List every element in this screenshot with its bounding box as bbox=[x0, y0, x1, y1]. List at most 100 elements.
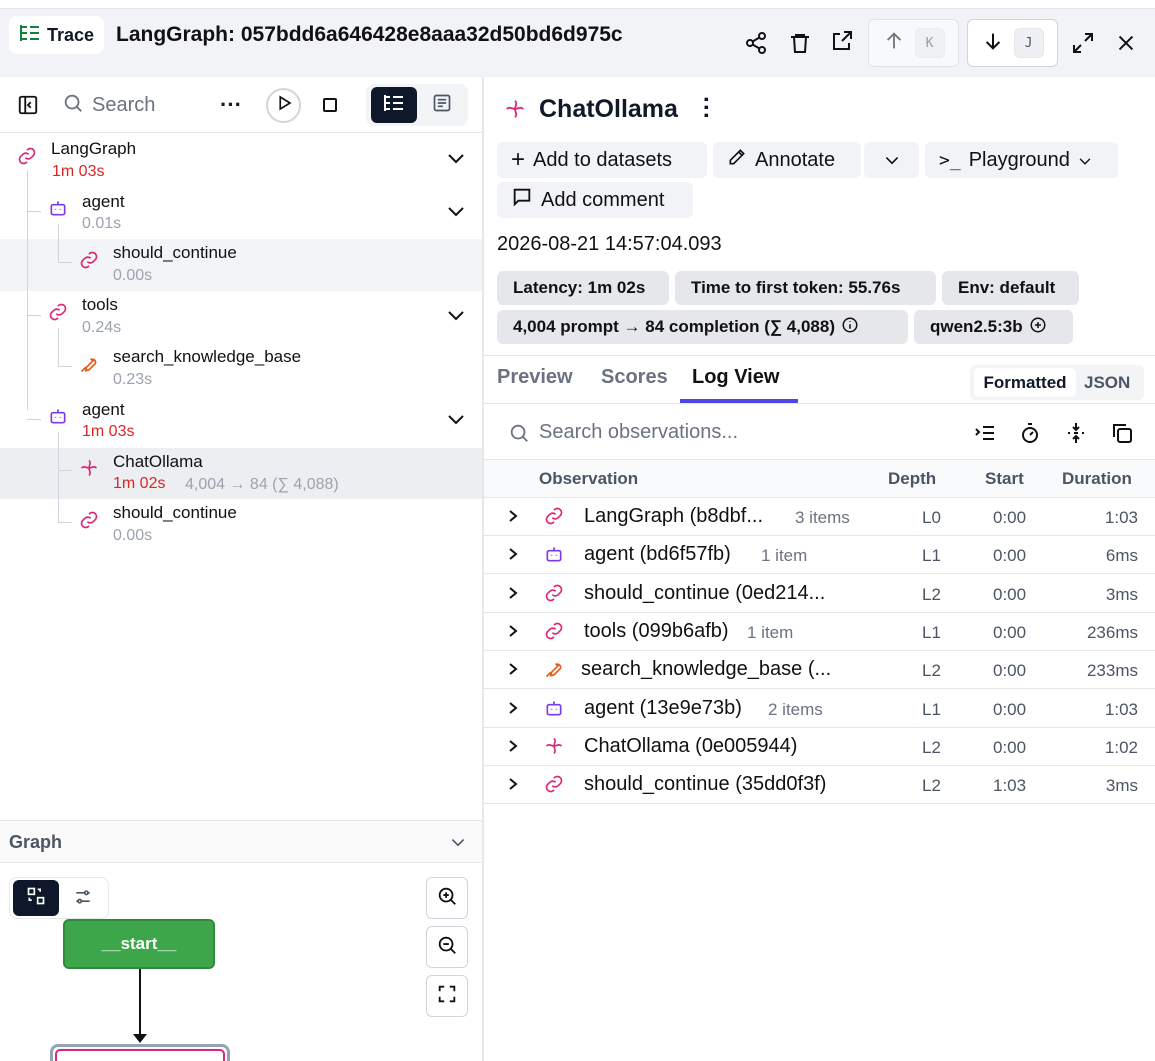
row-duration: 3ms bbox=[1105, 584, 1138, 604]
add-to-datasets-button[interactable]: + Add to datasets bbox=[497, 142, 707, 178]
table-row[interactable]: agent (13e9e73b) 2 items L1 0:00 1:03 bbox=[484, 690, 1155, 728]
chevron-right-icon[interactable] bbox=[506, 776, 520, 797]
row-name: search_knowledge_base (... bbox=[581, 658, 832, 681]
row-start: 0:00 bbox=[993, 508, 1027, 527]
annotate-button[interactable]: Annotate bbox=[713, 142, 861, 178]
bot-icon bbox=[48, 198, 68, 223]
link-icon bbox=[48, 302, 68, 327]
column-observation[interactable]: Observation bbox=[539, 469, 638, 489]
tree-item-tools[interactable]: tools bbox=[82, 295, 118, 315]
column-duration[interactable]: Duration bbox=[1062, 469, 1132, 489]
tree-view-button[interactable] bbox=[371, 87, 417, 123]
table-row[interactable]: search_knowledge_base (... L2 0:00 233ms bbox=[484, 651, 1155, 690]
chevron-down-icon[interactable] bbox=[446, 204, 466, 223]
close-icon[interactable] bbox=[1110, 27, 1142, 59]
collapse-all-icon[interactable] bbox=[973, 421, 997, 450]
tree-item-search-knowledge-base[interactable]: search_knowledge_base bbox=[113, 347, 301, 367]
tree-row-highlight bbox=[0, 239, 482, 291]
chevron-right-icon[interactable] bbox=[506, 546, 520, 567]
tree-item-chatollama[interactable]: ChatOllama bbox=[113, 452, 203, 472]
chevron-down-icon[interactable] bbox=[446, 308, 466, 327]
graph-view-button[interactable] bbox=[13, 880, 59, 916]
tree-item-should-continue[interactable]: should_continue bbox=[113, 243, 237, 263]
chevron-right-icon[interactable] bbox=[506, 623, 520, 644]
formatted-toggle[interactable]: Formatted bbox=[974, 368, 1076, 397]
maximize-icon[interactable] bbox=[1067, 27, 1099, 59]
search-icon bbox=[508, 422, 530, 449]
row-depth: L1 bbox=[922, 546, 941, 566]
next-trace-button[interactable]: J bbox=[967, 19, 1058, 67]
timeline-view-button[interactable] bbox=[420, 87, 464, 123]
graph-node-agent[interactable] bbox=[50, 1044, 230, 1061]
timer-icon[interactable] bbox=[1018, 421, 1042, 450]
delete-icon[interactable] bbox=[784, 27, 816, 59]
row-depth: L0 bbox=[922, 508, 941, 527]
tree-item-tokens: 4,004 → 84 (∑ 4,088) bbox=[185, 476, 339, 493]
tab-scores[interactable]: Scores bbox=[601, 366, 668, 389]
tree-item-langgraph[interactable]: LangGraph bbox=[51, 139, 136, 159]
tree-item-duration: 1m 03s bbox=[82, 423, 135, 440]
column-start[interactable]: Start bbox=[985, 469, 1024, 489]
tree-item-duration: 1m 02s bbox=[113, 475, 166, 492]
prev-trace-button[interactable]: K bbox=[868, 19, 959, 67]
table-row[interactable]: LangGraph (b8dbf... 3 items L0 0:00 1:03 bbox=[484, 498, 1155, 536]
chevron-down-icon[interactable] bbox=[450, 835, 466, 853]
more-icon[interactable]: ··· bbox=[220, 92, 242, 118]
chevron-down-icon[interactable] bbox=[446, 412, 466, 431]
playground-button[interactable]: >_ Playground bbox=[925, 142, 1118, 178]
row-items: 1 item bbox=[747, 622, 794, 642]
table-row[interactable]: ChatOllama (0e005944) L2 0:00 1:02 bbox=[484, 728, 1155, 766]
info-icon bbox=[841, 316, 859, 339]
table-row[interactable]: agent (bd6f57fb) 1 item L1 0:00 6ms bbox=[484, 536, 1155, 575]
annotate-dropdown-button[interactable] bbox=[864, 142, 919, 178]
sidebar-toggle-icon[interactable] bbox=[12, 89, 44, 121]
observation-search-input[interactable]: Search observations... bbox=[539, 421, 738, 444]
table-row[interactable]: should_continue (35dd0f3f) L2 1:03 3ms bbox=[484, 766, 1155, 805]
tree-item-agent[interactable]: agent bbox=[82, 192, 125, 212]
tab-preview[interactable]: Preview bbox=[497, 366, 573, 389]
row-start: 0:00 bbox=[993, 737, 1027, 757]
open-external-icon[interactable] bbox=[826, 25, 858, 57]
settings-view-button[interactable] bbox=[66, 882, 100, 916]
link-icon bbox=[544, 583, 564, 608]
chevron-right-icon[interactable] bbox=[506, 661, 520, 682]
trace-badge: Trace bbox=[9, 16, 105, 54]
row-duration: 233ms bbox=[1086, 661, 1138, 681]
row-start: 1:03 bbox=[993, 776, 1027, 796]
copy-icon[interactable] bbox=[1110, 421, 1134, 450]
tree-item-should-continue[interactable]: should_continue bbox=[113, 503, 237, 523]
kebab-menu-icon[interactable]: ··· bbox=[692, 96, 719, 120]
column-depth[interactable]: Depth bbox=[888, 469, 936, 489]
stop-icon[interactable] bbox=[323, 98, 337, 112]
token-usage-badge[interactable]: 4,004 prompt → 84 completion (∑ 4,088) bbox=[497, 310, 908, 344]
link-icon bbox=[544, 506, 564, 531]
tree-item-duration: 0.00s bbox=[113, 527, 153, 544]
link-icon bbox=[17, 146, 37, 171]
zoom-out-button[interactable] bbox=[426, 926, 468, 968]
chevron-right-icon[interactable] bbox=[506, 508, 520, 529]
table-row[interactable]: tools (099b6afb) 1 item L1 0:00 236ms bbox=[484, 613, 1155, 651]
zoom-in-button[interactable] bbox=[426, 877, 468, 919]
graph-header[interactable] bbox=[0, 820, 482, 863]
json-toggle[interactable]: JSON bbox=[1084, 373, 1130, 393]
chevron-right-icon[interactable] bbox=[506, 585, 520, 606]
chevron-down-icon[interactable] bbox=[446, 151, 466, 170]
chevron-right-icon[interactable] bbox=[506, 738, 520, 759]
table-row[interactable]: should_continue (0ed214... L2 0:00 3ms bbox=[484, 575, 1155, 613]
fit-view-button[interactable] bbox=[426, 975, 468, 1017]
zoom-out-icon bbox=[436, 934, 458, 961]
row-name: tools (099b6afb) bbox=[584, 619, 729, 642]
model-badge[interactable]: qwen2.5:3b bbox=[914, 310, 1073, 344]
add-comment-button[interactable]: Add comment bbox=[497, 182, 693, 218]
tab-log-view[interactable]: Log View bbox=[692, 366, 779, 389]
share-icon[interactable] bbox=[740, 27, 772, 59]
tree-item-duration: 0.00s bbox=[113, 267, 153, 284]
tree-item-agent[interactable]: agent bbox=[82, 400, 125, 420]
wrench-icon bbox=[544, 659, 564, 684]
play-button[interactable] bbox=[266, 88, 301, 123]
expand-rows-icon[interactable] bbox=[1064, 421, 1088, 450]
graph-node-start[interactable]: __start__ bbox=[63, 919, 215, 969]
tree-search[interactable]: Search bbox=[62, 92, 155, 119]
comment-icon bbox=[511, 186, 533, 214]
chevron-right-icon[interactable] bbox=[506, 700, 520, 721]
